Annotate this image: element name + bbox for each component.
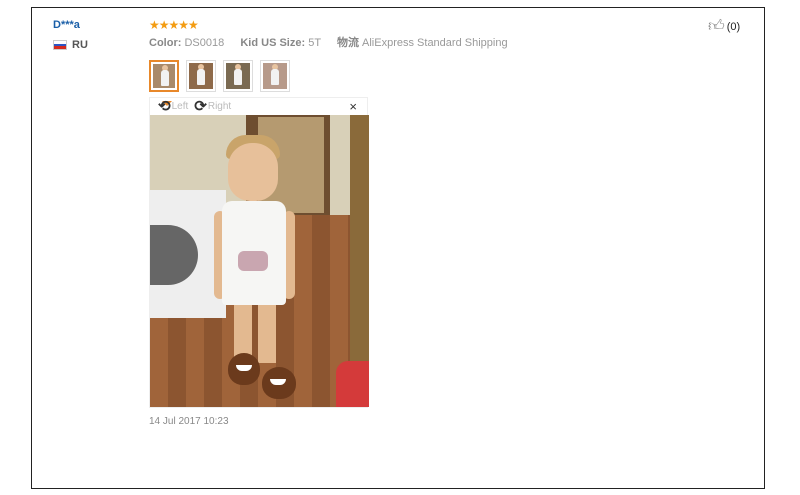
country-code: RU: [72, 39, 88, 51]
order-attributes: Color: DS0018 Kid US Size: 5T 物流 AliExpr…: [149, 36, 709, 50]
rating-stars: ★★★★★: [149, 18, 199, 32]
thumbnail-4[interactable]: [260, 60, 290, 92]
photo-thumbnails: [149, 60, 709, 92]
review-card: D***a RU ★★★★★ Color: DS0018 Kid US Size…: [31, 7, 765, 489]
buyer-country: RU: [53, 39, 88, 51]
attr-size-label: Kid US Size:: [240, 37, 306, 49]
thumbs-up-icon: 👍︎: [708, 18, 725, 35]
rotate-left-icon: ⟲: [158, 98, 171, 115]
attr-color-value: DS0018: [184, 37, 225, 49]
rotate-left-button[interactable]: ⟲ Left: [158, 99, 188, 114]
rotate-right-button[interactable]: ⟳ Right: [194, 99, 231, 114]
thumbnail-3[interactable]: [223, 60, 253, 92]
rotate-right-label: Right: [207, 101, 232, 112]
attr-shipping-label: 物流: [336, 37, 359, 49]
rotate-right-icon: ⟳: [194, 98, 207, 115]
thumbnail-1[interactable]: [149, 60, 179, 92]
attr-size-value: 5T: [308, 37, 321, 49]
helpful-button[interactable]: 👍︎ (0): [708, 19, 740, 35]
review-photo: [150, 115, 369, 407]
attr-shipping-value: AliExpress Standard Shipping: [362, 37, 508, 49]
review-content: ★★★★★ Color: DS0018 Kid US Size: 5T 物流 A…: [149, 18, 709, 427]
review-date: 14 Jul 2017 10:23: [149, 416, 229, 427]
helpful-count: (0): [726, 21, 741, 33]
buyer-name[interactable]: D***a: [53, 19, 88, 31]
thumbnail-2[interactable]: [186, 60, 216, 92]
russia-flag-icon: [53, 40, 67, 50]
attr-color-label: Color:: [149, 37, 182, 49]
photo-viewer: ⟲ Left ⟳ Right ×: [149, 97, 369, 408]
viewer-toolbar: ⟲ Left ⟳ Right ×: [150, 98, 367, 115]
buyer-info: D***a RU: [53, 19, 88, 51]
close-icon[interactable]: ×: [349, 99, 357, 114]
rotate-left-label: Left: [171, 101, 189, 112]
